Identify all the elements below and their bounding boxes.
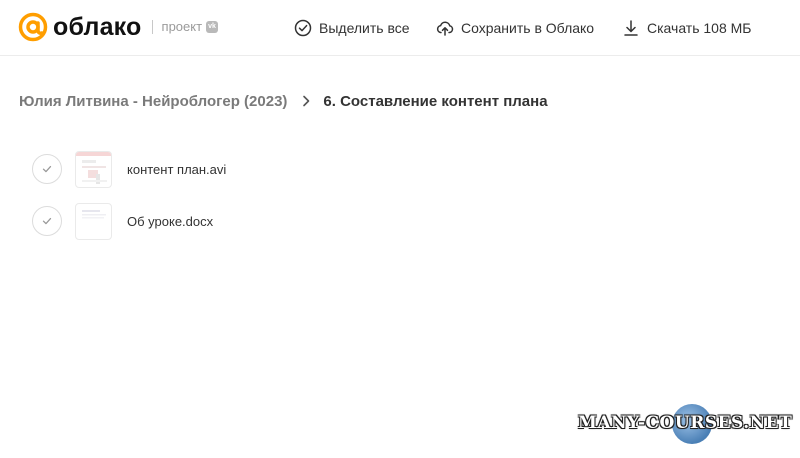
document-thumbnail-icon	[75, 202, 112, 240]
at-sign-icon	[18, 12, 48, 42]
select-all-label: Выделить все	[319, 20, 410, 36]
breadcrumb: Юлия Литвина - Нейроблогер (2023) 6. Сос…	[19, 91, 548, 111]
file-row[interactable]: контент план.avi	[32, 150, 226, 188]
save-to-cloud-button[interactable]: Сохранить в Облако	[436, 16, 594, 40]
check-circle-icon	[294, 19, 312, 37]
checkmark-icon	[42, 165, 52, 173]
breadcrumb-parent-link[interactable]: Юлия Литвина - Нейроблогер (2023)	[19, 93, 287, 110]
download-icon	[624, 20, 638, 36]
video-thumbnail-icon	[75, 150, 112, 188]
watermark: MANY-COURSES.NET	[578, 404, 798, 444]
vk-icon: vk	[206, 21, 219, 33]
select-all-button[interactable]: Выделить все	[294, 16, 410, 40]
project-label: проект	[161, 19, 203, 34]
chevron-right-icon	[303, 95, 310, 107]
cloud-upload-icon	[436, 21, 454, 36]
checkmark-icon	[42, 217, 52, 225]
save-label: Сохранить в Облако	[461, 20, 595, 36]
file-name[interactable]: контент план.avi	[127, 162, 226, 177]
file-name[interactable]: Об уроке.docx	[127, 214, 213, 229]
watermark-text: MANY-COURSES.NET	[578, 413, 793, 433]
top-header: облако проект vk Выделить все Сохранить …	[0, 0, 800, 56]
breadcrumb-current: 6. Составление контент плана	[323, 92, 548, 110]
download-label: Скачать 108 МБ	[647, 20, 752, 36]
logo-divider	[151, 20, 153, 34]
cloud-logo[interactable]: облако проект vk	[18, 12, 219, 42]
download-button[interactable]: Скачать 108 МБ	[622, 16, 752, 40]
file-select-checkbox[interactable]	[32, 206, 62, 236]
file-row[interactable]: Об уроке.docx	[32, 202, 213, 240]
logo-text: облако	[53, 13, 142, 41]
file-select-checkbox[interactable]	[32, 154, 62, 184]
